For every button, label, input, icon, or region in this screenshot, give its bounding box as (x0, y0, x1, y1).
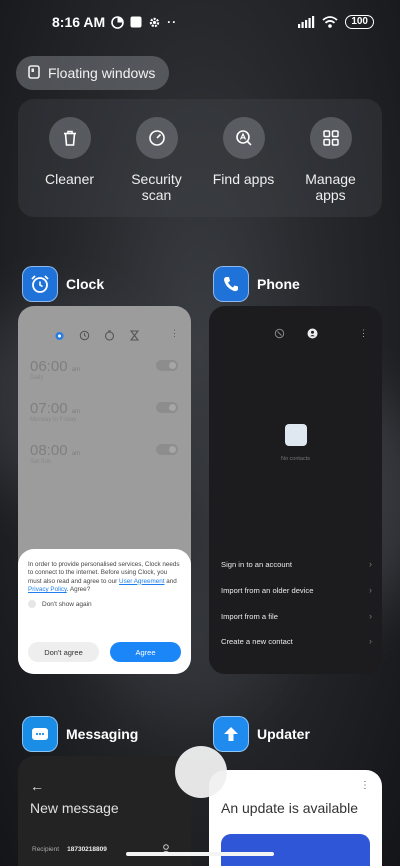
phone-tabs (209, 326, 382, 344)
alarm-ampm: am (71, 451, 81, 457)
battery-indicator: 100 (345, 15, 374, 29)
update-available-title: An update is available (221, 800, 358, 816)
cleaner-label: Cleaner (44, 171, 95, 187)
chevron-right-icon: › (369, 611, 372, 621)
contacts-placeholder-icon (285, 424, 307, 446)
phone-option-import-device[interactable]: Import from an older device › (221, 585, 372, 595)
settings-gear-icon (148, 16, 161, 29)
privacy-consent-dialog: In order to provide personalised service… (18, 549, 191, 674)
alarm-time: 06:00 (30, 358, 68, 375)
gesture-touch-indicator (175, 746, 227, 798)
alarm-time: 07:00 (30, 400, 68, 417)
agree-button[interactable]: Agree (110, 642, 181, 662)
stopwatch-tab-icon[interactable] (104, 328, 115, 346)
dont-agree-button[interactable]: Don't agree (28, 642, 99, 662)
phone-option-import-file[interactable]: Import from a file › (221, 611, 372, 621)
home-indicator-bar[interactable] (126, 852, 274, 856)
data-saver-icon (111, 15, 124, 29)
no-contacts-text: No contacts (280, 456, 311, 462)
messaging-app-icon (22, 716, 58, 752)
updater-app-name: Updater (257, 726, 310, 742)
phone-app-icon (213, 266, 249, 302)
add-contact-icon[interactable] (160, 842, 172, 860)
alarm-toggle[interactable] (156, 402, 178, 413)
more-notifications-icon: ·· (167, 15, 178, 29)
find-apps-label: Find apps (212, 171, 275, 187)
trash-icon (48, 117, 91, 159)
dont-show-again-checkbox[interactable]: Don't show again (28, 600, 181, 609)
alarm-row[interactable]: 07:00 am Monday to Friday (30, 400, 180, 423)
alarm-toggle[interactable] (156, 360, 178, 371)
chevron-right-icon: › (369, 636, 372, 646)
security-scan-icon (135, 117, 178, 159)
updater-app-icon (213, 716, 249, 752)
alarm-repeat: Monday to Friday (30, 417, 77, 423)
user-agreement-link[interactable]: User Agreement (119, 578, 165, 585)
grid-icon (309, 117, 352, 159)
security-scan-label: Security scan (131, 171, 182, 203)
privacy-policy-link[interactable]: Privacy Policy (28, 586, 67, 593)
clock-app-header[interactable]: Clock (22, 266, 104, 302)
consent-message: In order to provide personalised service… (28, 561, 180, 593)
chevron-right-icon: › (369, 559, 372, 569)
alarm-time: 08:00 (30, 442, 68, 459)
back-arrow-icon[interactable]: ← (30, 778, 44, 794)
phone-app-name: Phone (257, 276, 300, 292)
timer-tab-icon[interactable] (129, 328, 140, 346)
alarm-row[interactable]: 06:00 am Daily (30, 358, 180, 381)
floating-windows-button[interactable]: Floating windows (16, 56, 170, 90)
wifi-icon (322, 16, 338, 28)
phone-option-sign-in[interactable]: Sign in to an account › (221, 559, 372, 569)
alarm-toggle[interactable] (156, 444, 178, 455)
clock-more-icon[interactable]: ⋮ (170, 328, 179, 339)
cleaner-tool[interactable]: Cleaner (26, 117, 113, 217)
security-scan-tool[interactable]: Security scan (113, 117, 200, 217)
chevron-right-icon: › (369, 585, 372, 595)
recipient-value: 18730218809 (67, 846, 107, 853)
contacts-tab-icon[interactable] (307, 326, 318, 344)
find-apps-icon (222, 117, 265, 159)
dont-show-again-label: Don't show again (42, 600, 92, 608)
status-bar: 8:16 AM ·· 100 (0, 0, 400, 44)
alarm-repeat: Daily (30, 375, 44, 381)
update-banner-image (221, 834, 370, 866)
messaging-app-header[interactable]: Messaging (22, 716, 138, 752)
manage-apps-tool[interactable]: Manage apps (287, 117, 374, 217)
status-time: 8:16 AM (52, 14, 106, 30)
phone-more-icon[interactable]: ⋮ (359, 328, 368, 339)
phone-app-header[interactable]: Phone (213, 266, 300, 302)
floating-windows-label: Floating windows (48, 65, 156, 81)
clock-app-name: Clock (66, 276, 105, 292)
alarm-ampm: am (71, 409, 81, 415)
alarm-row[interactable]: 08:00 am Sat Sun (30, 442, 180, 465)
clock-app-icon (22, 266, 58, 302)
clock-tabs (54, 328, 140, 346)
updater-more-icon[interactable]: ⋮ (360, 780, 370, 791)
recipient-field[interactable]: Recipient 18730218809 (32, 846, 107, 853)
floating-window-icon (28, 64, 40, 82)
signal-icon (298, 16, 315, 28)
manage-apps-label: Manage apps (305, 171, 356, 203)
new-message-title: New message (30, 800, 119, 816)
find-apps-tool[interactable]: Find apps (200, 117, 287, 217)
phone-app-card[interactable]: ⋮ No contacts Sign in to an account › Imp… (209, 306, 382, 674)
alarm-tab-icon[interactable] (54, 328, 65, 346)
messaging-app-name: Messaging (66, 726, 139, 742)
phone-option-create-contact[interactable]: Create a new contact › (221, 636, 372, 646)
recents-tab-icon[interactable] (274, 326, 285, 344)
clock-app-card[interactable]: ⋮ 06:00 am Daily 07:00 am Monday to Frid… (18, 306, 191, 674)
recipient-label: Recipient (32, 846, 60, 853)
screenshot-notification-icon (130, 16, 142, 28)
alarm-ampm: am (71, 367, 81, 373)
world-clock-tab-icon[interactable] (79, 328, 90, 346)
quick-tools-panel: Cleaner Security scan Find apps Manage a… (18, 99, 382, 217)
updater-app-header[interactable]: Updater (213, 716, 310, 752)
checkbox-icon (28, 600, 36, 609)
alarm-repeat: Sat Sun (30, 459, 52, 465)
messaging-app-card[interactable]: ← New message Recipient 18730218809 (18, 756, 191, 866)
